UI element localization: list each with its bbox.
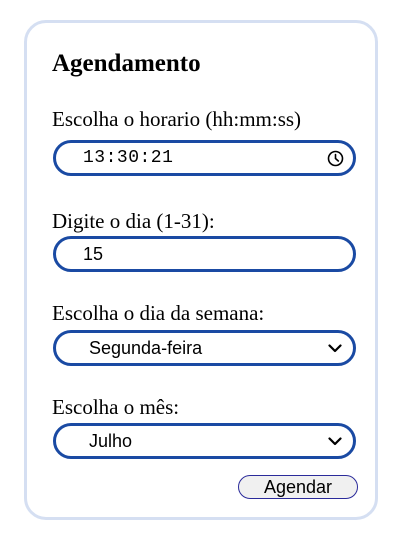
day-label: Digite o dia (1-31): xyxy=(52,209,215,233)
time-input-value: 13:30:21 xyxy=(83,148,174,168)
day-input-value: 15 xyxy=(83,243,104,264)
schedule-form-card: Agendamento Escolha o horario (hh:mm:ss)… xyxy=(24,20,378,520)
chevron-down-icon xyxy=(325,333,345,363)
time-input[interactable]: 13:30:21 xyxy=(53,140,356,176)
day-input[interactable]: 15 xyxy=(53,236,356,272)
weekday-label: Escolha o dia da semana: xyxy=(52,301,265,325)
form-title: Agendamento xyxy=(52,50,201,77)
month-selected-value: Julho xyxy=(89,430,133,451)
schedule-submit-button[interactable]: Agendar xyxy=(238,475,358,499)
time-label: Escolha o horario (hh:mm:ss) xyxy=(52,107,302,131)
month-label: Escolha o mês: xyxy=(52,395,180,419)
weekday-selected-value: Segunda-feira xyxy=(89,337,203,358)
weekday-select[interactable]: Segunda-feira xyxy=(53,330,356,366)
clock-icon[interactable] xyxy=(325,143,345,173)
month-select[interactable]: Julho xyxy=(53,423,356,459)
chevron-down-icon xyxy=(325,426,345,456)
